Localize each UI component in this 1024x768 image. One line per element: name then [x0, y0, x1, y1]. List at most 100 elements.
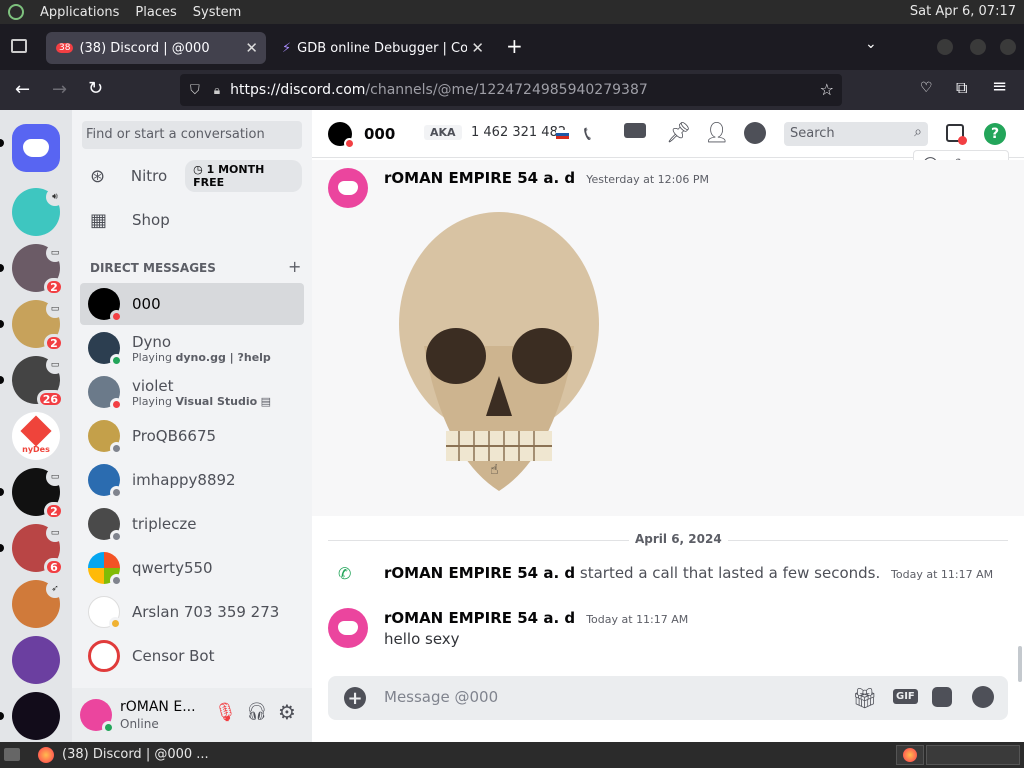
tab-discord[interactable]: 38 (38) Discord | @000 ✕ — [46, 32, 266, 64]
new-tab-button[interactable]: + — [506, 34, 523, 58]
applications-menu[interactable]: Applications — [40, 5, 119, 20]
emoji-icon[interactable] — [972, 686, 994, 708]
window-close-button[interactable] — [1000, 39, 1016, 55]
avatar — [88, 332, 123, 367]
voice-call-icon[interactable]: 📞︎ — [584, 121, 591, 145]
back-arrow-icon[interactable]: ← — [15, 79, 30, 100]
server-icon[interactable]: ▭ 6 — [12, 524, 64, 576]
message-author[interactable]: rOMAN EMPIRE 54 a. d — [384, 609, 575, 627]
shop-link[interactable]: ▦ Shop — [90, 208, 302, 232]
dm-item-proqb6675[interactable]: ProQB6675 — [80, 415, 304, 457]
close-tab-icon[interactable]: ✕ — [471, 39, 484, 57]
dm-item-000[interactable]: 000 — [80, 283, 304, 325]
message-author[interactable]: rOMAN EMPIRE 54 a. d — [384, 564, 575, 582]
dm-item-violet[interactable]: violet Playing Visual Studio ▤ — [80, 371, 304, 413]
notification-badge: 6 — [44, 558, 64, 576]
browser-tab-bar: 38 (38) Discord | @000 ✕ ⚡ GDB online De… — [0, 24, 1024, 70]
system-menu[interactable]: System — [193, 5, 241, 20]
message-author[interactable]: rOMAN EMPIRE 54 a. d — [384, 169, 575, 187]
unread-pill — [0, 376, 4, 384]
russia-flag-icon — [556, 130, 569, 139]
call-system-message: ✆ rOMAN EMPIRE 54 a. d started a call th… — [312, 560, 1024, 588]
dm-item-triplecze[interactable]: triplecze — [80, 503, 304, 545]
bookmark-star-icon[interactable]: ☆ — [820, 80, 834, 99]
tab-gdb[interactable]: ⚡ GDB online Debugger | Com ✕ — [272, 32, 492, 64]
discord-home-button[interactable] — [12, 124, 60, 172]
nitro-link[interactable]: ⊛ Nitro ◷ 1 MONTH FREE — [90, 160, 302, 192]
tray-firefox-icon[interactable] — [896, 745, 924, 765]
pocket-icon[interactable]: ♡ — [920, 80, 933, 96]
url-bar[interactable]: ⛉ 🔒︎ https://discord.com/channels/@me/12… — [180, 74, 842, 106]
video-call-icon[interactable] — [624, 123, 646, 138]
create-dm-plus-icon[interactable]: + — [288, 257, 301, 276]
message: rOMAN EMPIRE 54 a. d Today at 11:17 AM h… — [312, 604, 1024, 654]
tray-empty-slot[interactable] — [926, 745, 1020, 765]
close-tab-icon[interactable]: ✕ — [245, 39, 258, 57]
online-status-icon — [110, 354, 123, 367]
date-divider-label: April 6, 2024 — [629, 532, 728, 546]
sticker-icon[interactable] — [932, 687, 952, 707]
shield-icon[interactable]: ⛉ — [190, 83, 200, 98]
dm-item-qwerty550[interactable]: qwerty550 — [80, 547, 304, 589]
pin-icon[interactable]: 📌︎ — [666, 120, 691, 144]
gift-icon[interactable]: 🎁︎ — [852, 686, 877, 710]
anydesk-server-icon[interactable]: nyDes — [12, 412, 60, 460]
chat-title[interactable]: 000 — [364, 125, 395, 143]
window-maximize-button[interactable] — [970, 39, 986, 55]
taskbar-window-discord[interactable]: (38) Discord | @000 ... — [62, 747, 209, 762]
author-avatar[interactable] — [328, 168, 368, 208]
attach-plus-icon[interactable]: + — [344, 687, 366, 709]
notification-badge: 2 — [44, 334, 64, 352]
list-tabs-chevron-icon[interactable]: ⌄ — [865, 36, 877, 52]
direct-messages-heading: DIRECT MESSAGES — [90, 261, 216, 275]
tab-badge: 38 — [56, 43, 74, 53]
server-icon[interactable] — [12, 692, 60, 740]
author-avatar[interactable] — [328, 608, 368, 648]
mic-muted-icon[interactable]: 🎙︎ — [214, 702, 237, 723]
composer-placeholder: Message @000 — [384, 688, 499, 706]
chat-scrollbar[interactable] — [1018, 646, 1022, 682]
system-clock[interactable]: Sat Apr 6, 07:17 — [910, 4, 1016, 19]
extensions-icon[interactable]: ⧉ — [956, 78, 967, 98]
tab-overview-icon[interactable] — [11, 39, 27, 53]
help-icon[interactable]: ? — [984, 123, 1006, 145]
headphones-icon[interactable]: 🎧︎ — [246, 702, 268, 722]
server-icon[interactable]: ➶ — [12, 580, 64, 628]
inbox-icon[interactable] — [946, 124, 967, 145]
server-icon[interactable]: ▭ 2 — [12, 300, 64, 352]
skull-image-attachment[interactable] — [384, 206, 614, 496]
distro-logo-icon[interactable] — [8, 4, 24, 20]
window-minimize-button[interactable] — [937, 39, 953, 55]
server-icon[interactable]: 🔊︎ — [12, 188, 64, 236]
hand-cursor-icon: ☝︎ — [490, 462, 499, 478]
dm-search-input[interactable]: Find or start a conversation — [82, 121, 302, 149]
user-name[interactable]: rOMAN E... — [120, 699, 196, 715]
chat-search-input[interactable]: Search ⌕ — [784, 122, 928, 146]
tab-title: (38) Discord | @000 — [79, 40, 210, 56]
menu-hamburger-icon[interactable]: ≡ — [992, 76, 1007, 97]
show-desktop-icon[interactable] — [4, 748, 20, 761]
speaker-icon: 🔊︎ — [46, 188, 64, 206]
places-menu[interactable]: Places — [135, 5, 176, 20]
censor-bot-avatar — [88, 640, 120, 672]
server-icon[interactable] — [12, 636, 60, 684]
server-icon[interactable]: ▭ 2 — [12, 468, 64, 520]
dm-item-censor-bot[interactable]: Censor Bot — [80, 635, 304, 677]
message-composer[interactable]: + Message @000 🎁︎ GIF — [328, 676, 1008, 720]
lock-icon[interactable]: 🔒︎ — [214, 83, 220, 98]
gif-button[interactable]: GIF — [893, 689, 918, 704]
settings-gear-icon[interactable]: ⚙ — [278, 700, 296, 724]
add-friend-icon[interactable]: 👤︎ — [704, 120, 729, 144]
server-icon[interactable]: ▭ 2 — [12, 244, 64, 296]
dm-item-arslan[interactable]: Arslan 703 359 273 — [80, 591, 304, 633]
firefox-icon — [903, 748, 917, 762]
server-icon[interactable]: ▭ 26 — [12, 356, 64, 408]
user-profile-icon[interactable] — [744, 122, 766, 144]
dm-item-imhappy8892[interactable]: imhappy8892 — [80, 459, 304, 501]
forward-arrow-icon[interactable]: → — [52, 79, 67, 100]
user-avatar[interactable] — [80, 699, 115, 734]
discord-logo-icon — [338, 621, 358, 635]
reload-icon[interactable]: ↻ — [88, 78, 103, 99]
dm-item-dyno[interactable]: Dyno Playing dyno.gg | ?help — [80, 327, 304, 369]
firefox-icon[interactable] — [38, 747, 54, 763]
